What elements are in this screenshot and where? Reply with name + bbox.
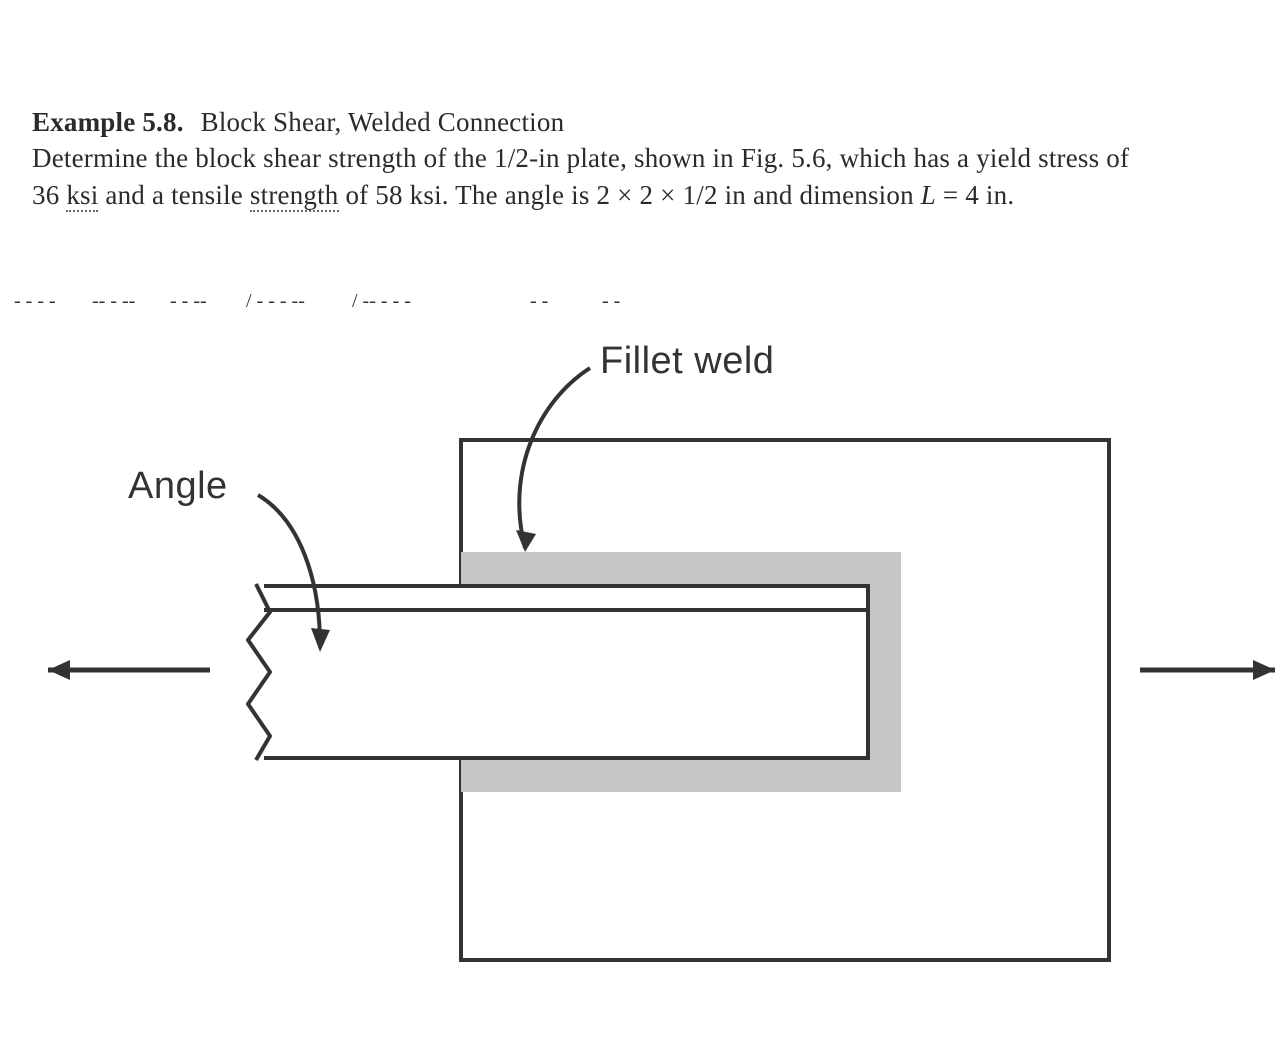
figure-svg <box>0 0 1280 1055</box>
right-force-arrow <box>1140 660 1275 680</box>
label-fillet-weld: Fillet weld <box>600 340 774 383</box>
left-force-arrow <box>48 660 210 680</box>
angle-shape <box>248 582 868 762</box>
figure: Fillet weld Angle <box>0 0 1280 1055</box>
label-angle: Angle <box>128 465 228 508</box>
page-root: Example 5.8. Block Shear, Welded Connect… <box>0 0 1280 1055</box>
